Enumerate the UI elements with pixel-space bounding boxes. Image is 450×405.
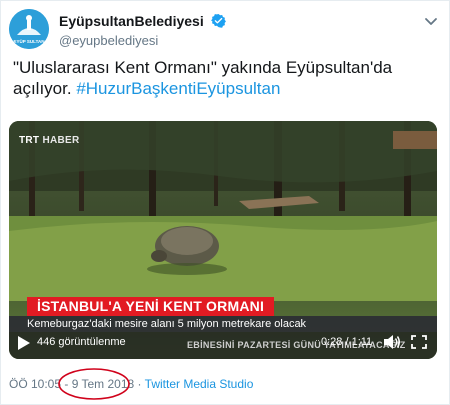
channel-name: TRT <box>19 135 40 146</box>
display-name[interactable]: EyüpsultanBelediyesi <box>59 13 204 29</box>
tweet-card: EYÜP SULTAN EyüpsultanBelediyesi @eyupbe… <box>0 0 450 405</box>
subtitle-text: Kemeburgaz'daki mesire alanı 5 milyon me… <box>27 318 307 330</box>
fullscreen-icon[interactable] <box>411 335 427 349</box>
tweet-meta: ÖÖ 10:05 - 9 Tem 2018 · Twitter Media St… <box>9 377 253 391</box>
meta-separator: - <box>61 377 72 391</box>
handle[interactable]: @eyupbelediyesi <box>59 33 226 48</box>
tweet-header: EYÜP SULTAN EyüpsultanBelediyesi @eyupbe… <box>9 9 443 49</box>
hashtag-link[interactable]: #HuzurBaşkentiEyüpsultan <box>76 79 280 98</box>
ticker-text: EBİNESİNİ PAZARTESİ GÜNÜ YAYIMLAYACAĞIZ <box>187 340 406 350</box>
verified-badge-icon <box>211 14 227 29</box>
tweet-date[interactable]: 9 Tem 2018 <box>72 377 135 391</box>
meta-separator: · <box>134 377 145 391</box>
subtitle-bar: Kemeburgaz'daki mesire alanı 5 milyon me… <box>9 316 437 332</box>
timecode: 0:28 / 1:11 <box>321 336 373 348</box>
play-icon[interactable] <box>17 335 31 351</box>
tweet-time[interactable]: ÖÖ 10:05 <box>9 377 61 391</box>
video-player[interactable]: TRT HABER İSTANBUL'A YENİ KENT ORMANI Ke… <box>9 121 437 359</box>
avatar[interactable]: EYÜP SULTAN <box>9 9 49 49</box>
channel-logo: TRT HABER <box>19 135 80 146</box>
name-block: EyüpsultanBelediyesi @eyupbelediyesi <box>59 12 227 48</box>
tweet-text: "Uluslararası Kent Ormanı" yakında Eyüps… <box>13 57 433 99</box>
avatar-logo-text: EYÜP SULTAN <box>13 38 44 44</box>
tweet-source[interactable]: Twitter Media Studio <box>145 377 254 391</box>
view-count: 446 görüntülenme <box>37 336 126 348</box>
channel-suffix: HABER <box>42 135 80 146</box>
volume-icon[interactable] <box>383 334 401 350</box>
chevron-down-icon[interactable] <box>423 13 439 29</box>
headline-banner: İSTANBUL'A YENİ KENT ORMANI <box>27 297 275 316</box>
